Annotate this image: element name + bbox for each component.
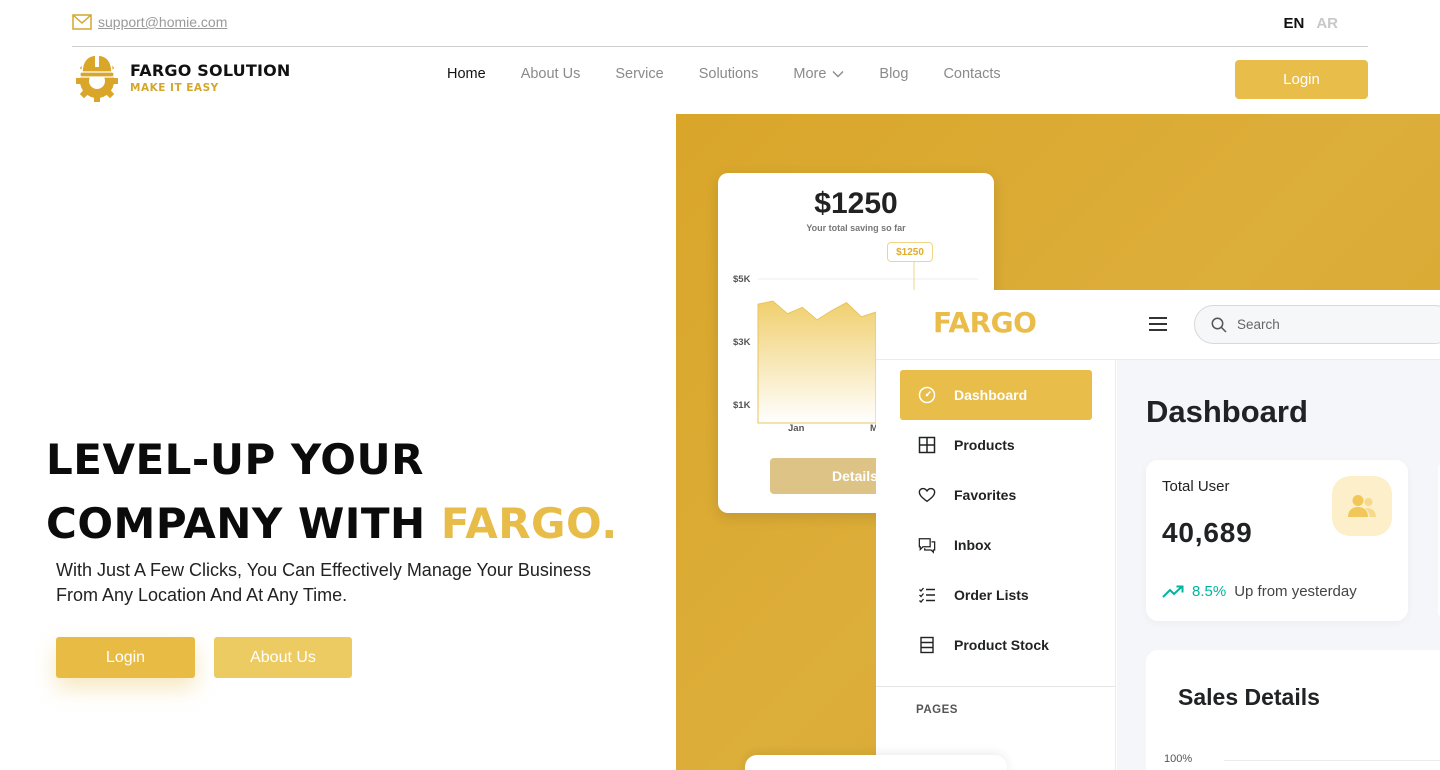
sidebar-item-product-stock[interactable]: Product Stock [900, 620, 1092, 670]
search-placeholder: Search [1237, 317, 1280, 332]
trend-percentage: 8.5% [1192, 583, 1227, 600]
mail-icon [72, 14, 92, 30]
sales-details-card: Sales Details 100% [1146, 650, 1440, 770]
hero-subtitle: With Just A Few Clicks, You Can Effectiv… [56, 560, 591, 605]
stock-icon [920, 636, 934, 654]
hero-title-line2: COMPANY WITH FARGO. [46, 492, 618, 556]
hero-actions: Login About Us [56, 637, 352, 678]
hero-title-line1: LEVEL-UP YOUR [46, 435, 424, 484]
brand-logo[interactable]: FARGO SOLUTION MAKE IT EASY [72, 51, 291, 103]
stat-trend: 8.5% Up from yesterday [1162, 583, 1357, 600]
site-header: FARGO SOLUTION MAKE IT EASY Home About U… [72, 48, 1368, 114]
checklist-icon [919, 587, 935, 603]
sales-details-title: Sales Details [1178, 684, 1320, 710]
nav-more-label: More [793, 66, 827, 82]
main-nav: Home About Us Service Solutions More Blo… [447, 66, 1036, 82]
sidebar-item-label: Inbox [954, 537, 992, 553]
users-icon-badge [1332, 476, 1392, 536]
y-tick-label: $5K [733, 274, 751, 285]
top-bar: support@homie.com EN AR [72, 0, 1368, 47]
lang-en-option[interactable]: EN [1283, 15, 1304, 32]
sidebar-section-heading: PAGES [916, 704, 958, 716]
dashboard-sidebar: Dashboard Products Favorites Inbox Order… [876, 360, 1116, 770]
sidebar-item-favorites[interactable]: Favorites [900, 470, 1092, 520]
language-switcher: EN AR [1283, 15, 1338, 32]
hero-login-button[interactable]: Login [56, 637, 195, 678]
nav-contacts[interactable]: Contacts [943, 66, 1000, 82]
support-email-link[interactable]: support@homie.com [72, 14, 227, 30]
speedometer-icon [918, 386, 936, 404]
nav-blog[interactable]: Blog [879, 66, 908, 82]
sidebar-item-label: Dashboard [954, 387, 1028, 403]
search-icon [1211, 317, 1227, 333]
sidebar-divider [876, 686, 1116, 687]
helmet-gear-icon [76, 54, 118, 102]
nav-about-us[interactable]: About Us [521, 66, 581, 82]
dashboard-search-input[interactable]: Search [1194, 305, 1440, 344]
sidebar-item-products[interactable]: Products [900, 420, 1092, 470]
dashboard-logo: FARGO [933, 306, 1037, 339]
sidebar-item-dashboard[interactable]: Dashboard [900, 370, 1092, 420]
lang-ar-option[interactable]: AR [1316, 15, 1338, 32]
nav-more[interactable]: More [793, 66, 844, 82]
sales-gridline [1224, 760, 1440, 761]
nav-home[interactable]: Home [447, 66, 486, 82]
hero-about-button[interactable]: About Us [214, 637, 352, 678]
brand-name: FARGO SOLUTION [130, 60, 291, 80]
sidebar-item-label: Product Stock [954, 637, 1049, 653]
dashboard-preview: FARGO Search Dashboard Products Favorite… [876, 290, 1440, 770]
heart-icon [918, 487, 936, 503]
chat-icon [918, 538, 936, 554]
trend-text: Up from yesterday [1234, 583, 1357, 600]
hero-title: LEVEL-UP YOUR COMPANY WITH FARGO. [46, 428, 618, 556]
trending-up-icon [1162, 585, 1184, 598]
hero-title-accent: FARGO. [440, 499, 618, 548]
sidebar-item-label: Order Lists [954, 587, 1029, 603]
dashboard-topbar: FARGO Search [876, 290, 1440, 360]
nav-service[interactable]: Service [615, 66, 663, 82]
sidebar-item-inbox[interactable]: Inbox [900, 520, 1092, 570]
stat-value: 40,689 [1162, 517, 1253, 548]
dashboard-main: Dashboard Total User 40,689 8.5% Up from… [1117, 360, 1440, 770]
users-icon [1348, 495, 1376, 517]
savings-tooltip: $1250 [887, 242, 933, 262]
x-tick-label: Jan [788, 423, 805, 434]
hero-title-line2-prefix: COMPANY WITH [46, 499, 441, 548]
dashboard-page-title: Dashboard [1146, 394, 1308, 429]
y-tick-label: $1K [733, 400, 751, 411]
sidebar-item-order-lists[interactable]: Order Lists [900, 570, 1092, 620]
grid-icon [918, 436, 936, 454]
floating-card-bottom [745, 755, 1007, 770]
header-login-button[interactable]: Login [1235, 60, 1368, 99]
hamburger-menu-icon[interactable] [1149, 317, 1167, 331]
stat-label: Total User [1162, 478, 1230, 495]
y-tick-label: $3K [733, 337, 751, 348]
savings-area-series [757, 300, 877, 424]
support-email-text: support@homie.com [98, 14, 228, 30]
nav-solutions[interactable]: Solutions [699, 66, 759, 82]
chevron-down-icon [832, 71, 844, 78]
total-user-card: Total User 40,689 8.5% Up from yesterday [1146, 460, 1408, 621]
sidebar-item-label: Products [954, 437, 1015, 453]
sales-y-tick: 100% [1164, 753, 1193, 765]
brand-tagline: MAKE IT EASY [130, 81, 219, 94]
sidebar-item-label: Favorites [954, 487, 1017, 503]
